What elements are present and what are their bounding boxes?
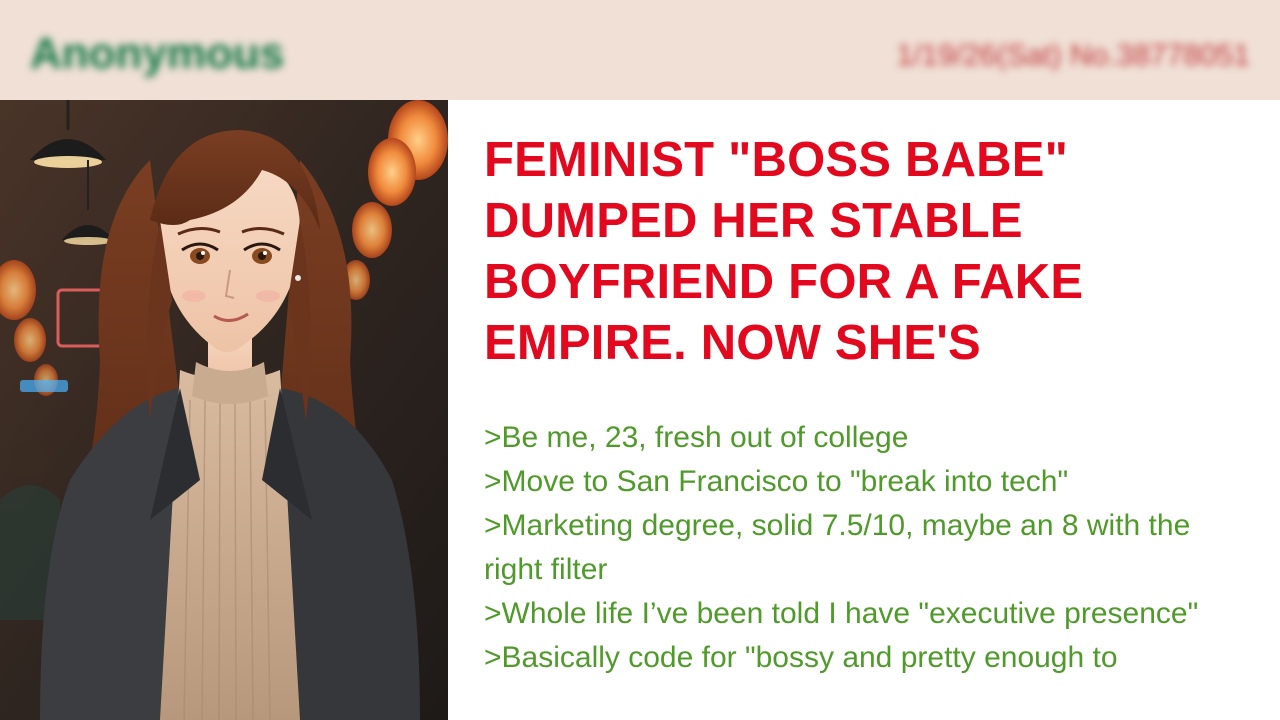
greentext-line: >Move to San Francisco to "break into te… [484, 465, 1069, 498]
neon-sign-blue [20, 380, 68, 392]
post-header: Anonymous 1/19/26(Sat) No.38778051 [0, 0, 1280, 100]
blush-right [256, 290, 280, 302]
post-meta: 1/19/26(Sat) No.38778051 [896, 39, 1250, 72]
greentext-line: >Marketing degree, solid 7.5/10, maybe a… [484, 509, 1191, 586]
earring [295, 275, 301, 281]
greentext-list: >Be me, 23, fresh out of college >Move t… [484, 416, 1244, 680]
poster-name: Anonymous [30, 29, 285, 78]
woman-illustration [0, 100, 448, 720]
greentext-line: >Be me, 23, fresh out of college [484, 421, 909, 454]
blush-left [182, 290, 206, 302]
greentext-line: >Basically code for "bossy and pretty en… [484, 641, 1118, 674]
post-body: FEMINIST "BOSS BABE" DUMPED HER STABLE B… [448, 100, 1280, 720]
greentext-line: >Whole life I’ve been told I have "execu… [484, 597, 1199, 630]
post-title: FEMINIST "BOSS BABE" DUMPED HER STABLE B… [484, 133, 1084, 370]
post-image [0, 100, 448, 720]
